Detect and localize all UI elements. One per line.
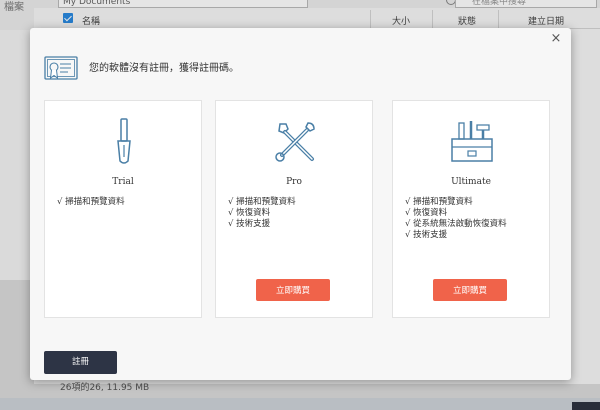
feature-item: √ 掃描和預覽資料 [57, 197, 125, 207]
feature-item: √ 技術支援 [228, 219, 271, 229]
toolbox-icon [451, 121, 493, 162]
screwdriver-icon [117, 118, 131, 164]
feature-list: √ 掃描和預覽資料 [57, 197, 125, 208]
plan-card-trial: Trial √ 掃描和預覽資料 [44, 100, 202, 318]
plan-name: Trial [112, 177, 134, 187]
feature-item: √ 恢復資料 [228, 208, 271, 218]
plan-card-ultimate: Ultimate √ 掃描和預覽資料 √ 恢復資料 √ 從系統無法啟動恢復資料 … [392, 100, 550, 318]
plan-name: Ultimate [451, 177, 491, 187]
register-button[interactable]: 註冊 [44, 351, 117, 374]
plan-name: Pro [286, 177, 302, 187]
feature-item: √ 掃描和預覽資料 [405, 197, 473, 207]
feature-list: √ 掃描和預覽資料 √ 恢復資料 √ 技術支援 [228, 197, 296, 230]
feature-item: √ 掃描和預覽資料 [228, 197, 296, 207]
feature-list: √ 掃描和預覽資料 √ 恢復資料 √ 從系統無法啟動恢復資料 √ 技術支援 [405, 197, 507, 241]
buy-now-button-pro[interactable]: 立即購買 [256, 279, 330, 301]
feature-item: √ 恢復資料 [405, 208, 448, 218]
feature-item: √ 技術支援 [405, 230, 448, 240]
plan-card-pro: Pro √ 掃描和預覽資料 √ 恢復資料 √ 技術支援 立即購買 [215, 100, 373, 318]
buy-now-button-ultimate[interactable]: 立即購買 [433, 279, 507, 301]
feature-item: √ 從系統無法啟動恢復資料 [405, 219, 507, 229]
certificate-icon [44, 56, 78, 80]
wrench-screwdriver-icon [275, 122, 315, 162]
registration-notice: 您的軟體沒有註冊，獲得註冊碼。 [89, 63, 239, 74]
close-icon[interactable]: × [548, 31, 564, 47]
